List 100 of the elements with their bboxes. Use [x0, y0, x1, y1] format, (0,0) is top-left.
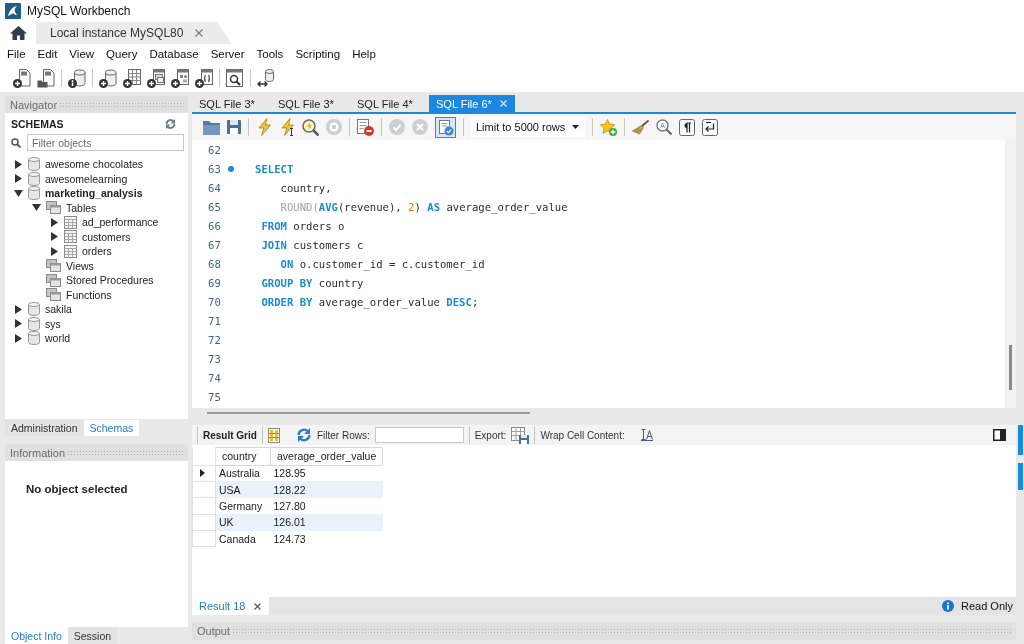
database-info-icon[interactable]	[68, 68, 86, 88]
table-cell: USA	[215, 481, 271, 498]
filter-field[interactable]: Filter objects	[27, 134, 184, 151]
menu-item[interactable]: Query	[100, 44, 144, 64]
column-header[interactable]: country	[215, 447, 271, 465]
result-tab[interactable]: Result 18	[192, 597, 270, 615]
menu-item[interactable]: Database	[143, 44, 205, 64]
caret-icon	[572, 125, 579, 129]
star-plus-icon[interactable]	[600, 118, 617, 136]
sidebar-tab[interactable]: Schemas	[83, 420, 140, 436]
caret-right-icon[interactable]	[15, 304, 22, 314]
window-brackets-plus-icon[interactable]	[195, 68, 213, 88]
menu-item[interactable]: Server	[204, 44, 251, 64]
lightning-icon[interactable]	[256, 118, 272, 136]
database-icon	[28, 302, 40, 317]
table-cell: 128.95	[270, 465, 383, 482]
code-line: GROUP BY country	[261, 276, 364, 289]
info-tab[interactable]: Session	[67, 627, 118, 644]
broom-icon[interactable]	[632, 119, 649, 135]
sidebar-tab[interactable]: Administration	[5, 420, 84, 436]
tree-item[interactable]: world	[45, 332, 71, 345]
columns-icon[interactable]	[267, 427, 280, 443]
magnifier-lightning-icon[interactable]	[302, 118, 319, 136]
connection-tab[interactable]: Local instance MySQL80	[36, 22, 232, 44]
tree-item[interactable]: awesomelearning	[45, 172, 128, 185]
vertical-scrollbar[interactable]	[1005, 140, 1016, 408]
line-number: 75	[208, 390, 222, 403]
filter-rows-field[interactable]	[374, 427, 464, 443]
code-line: JOIN customers c	[261, 238, 364, 251]
folder-icon[interactable]	[203, 119, 220, 135]
document-check-icon[interactable]	[435, 116, 456, 138]
window-shapes-plus-icon[interactable]	[171, 68, 189, 88]
tree-item[interactable]: customers	[82, 230, 131, 243]
caret-right-icon[interactable]	[51, 246, 58, 256]
menu-item[interactable]: Help	[346, 44, 382, 64]
menu-item[interactable]: Tools	[250, 44, 290, 64]
scrollbar-thumb[interactable]	[207, 411, 530, 414]
column-header[interactable]: average_order_value	[270, 447, 383, 465]
database-plus-icon[interactable]	[99, 68, 117, 88]
save-icon[interactable]	[227, 120, 241, 134]
tree-item[interactable]: Stored Procedures	[66, 274, 154, 287]
wrap-cell-label: Wrap Cell Content:	[540, 429, 625, 441]
document-folder-icon[interactable]	[37, 68, 55, 88]
database-icon	[28, 331, 40, 346]
table-cell: 128.22	[270, 481, 383, 498]
editor-tab[interactable]: SQL File 4*	[350, 95, 429, 112]
caret-down-icon[interactable]	[14, 189, 23, 197]
tree-item[interactable]: Functions	[66, 288, 112, 301]
document-stop-icon[interactable]	[357, 118, 374, 136]
side-panel-tab[interactable]	[1017, 463, 1023, 490]
caret-right-icon[interactable]	[51, 232, 58, 242]
table-cell: 124.73	[270, 530, 383, 547]
sidebar-toggle-icon[interactable]	[993, 429, 1006, 441]
code-line: FROM orders o	[261, 219, 345, 232]
code-line: SELECT	[255, 162, 294, 175]
tree-item[interactable]: Views	[66, 259, 94, 272]
tree-item[interactable]: sys	[45, 317, 61, 330]
menu-item[interactable]: Edit	[31, 44, 64, 64]
document-plus-icon[interactable]	[13, 68, 31, 88]
caret-right-icon[interactable]	[15, 159, 22, 169]
caret-right-icon[interactable]	[51, 217, 58, 227]
editor-tab[interactable]: SQL File 6*	[429, 95, 515, 112]
caret-right-icon[interactable]	[15, 319, 22, 329]
menu-item[interactable]: File	[1, 44, 32, 64]
grid-save-icon[interactable]	[511, 426, 530, 444]
windows-plus-icon[interactable]	[147, 68, 165, 88]
caret-down-icon[interactable]	[32, 204, 41, 212]
editor-tab[interactable]: SQL File 3*	[271, 95, 350, 112]
stacked-windows-icon	[46, 259, 61, 273]
database-arrows-icon[interactable]	[257, 68, 275, 88]
home-icon[interactable]	[9, 26, 27, 40]
menu-item[interactable]: Scripting	[289, 44, 347, 64]
tree-item[interactable]: sakila	[45, 303, 72, 316]
row-limit-dropdown[interactable]: Limit to 5000 rows	[471, 117, 585, 137]
tree-item[interactable]: marketing_analysis	[45, 187, 143, 200]
window-magnifier-icon[interactable]	[226, 68, 244, 88]
tree-item[interactable]: orders	[82, 245, 112, 258]
result-grid-button[interactable]: Result Grid	[203, 429, 257, 441]
table-plus-icon[interactable]	[123, 68, 141, 88]
scrollbar-thumb[interactable]	[1009, 345, 1012, 390]
lightning-cursor-icon[interactable]	[279, 118, 295, 136]
caret-right-icon[interactable]	[15, 174, 22, 184]
tree-item[interactable]: awesome chocolates	[45, 158, 144, 171]
table-cell: Germany	[215, 497, 271, 515]
close-icon[interactable]	[254, 602, 262, 610]
menu-item[interactable]: View	[63, 44, 101, 64]
refresh-icon[interactable]	[295, 428, 312, 442]
close-icon[interactable]	[195, 29, 204, 37]
pilcrow-icon[interactable]	[679, 118, 695, 136]
side-panel-tab[interactable]	[1017, 425, 1023, 455]
line-number: 70	[208, 295, 222, 308]
table-cell: Canada	[215, 530, 271, 547]
tree-item[interactable]: ad_performance	[82, 216, 159, 229]
wrap-text-icon[interactable]	[640, 429, 653, 441]
sync-icon[interactable]	[165, 119, 176, 129]
editor-tab[interactable]: SQL File 3*	[192, 95, 271, 112]
magnifier-icon[interactable]	[656, 119, 672, 135]
caret-right-icon[interactable]	[15, 333, 22, 343]
tree-item[interactable]: Tables	[66, 201, 97, 214]
info-tab[interactable]: Object Info	[5, 627, 68, 644]
